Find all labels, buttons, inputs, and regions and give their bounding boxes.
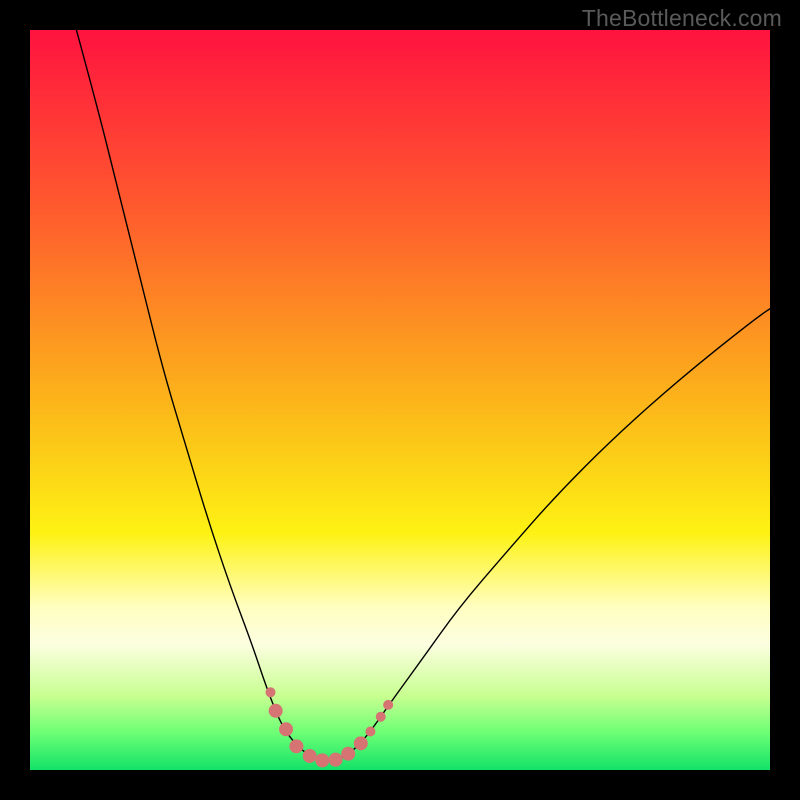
highlight-dot (329, 753, 343, 767)
chart-svg (30, 30, 770, 770)
highlight-dot (376, 712, 386, 722)
highlight-dot (303, 749, 317, 763)
highlight-dot (279, 722, 293, 736)
highlight-dot (269, 704, 283, 718)
highlight-dot (383, 700, 393, 710)
chart-frame: TheBottleneck.com (0, 0, 800, 800)
highlight-dot (315, 753, 329, 767)
watermark-text: TheBottleneck.com (582, 5, 782, 32)
highlight-dot (266, 687, 276, 697)
highlight-dot (341, 747, 355, 761)
plot-area (30, 30, 770, 770)
highlight-dot (289, 739, 303, 753)
highlight-dot (354, 736, 368, 750)
gradient-bg (30, 30, 770, 770)
highlight-dot (365, 727, 375, 737)
